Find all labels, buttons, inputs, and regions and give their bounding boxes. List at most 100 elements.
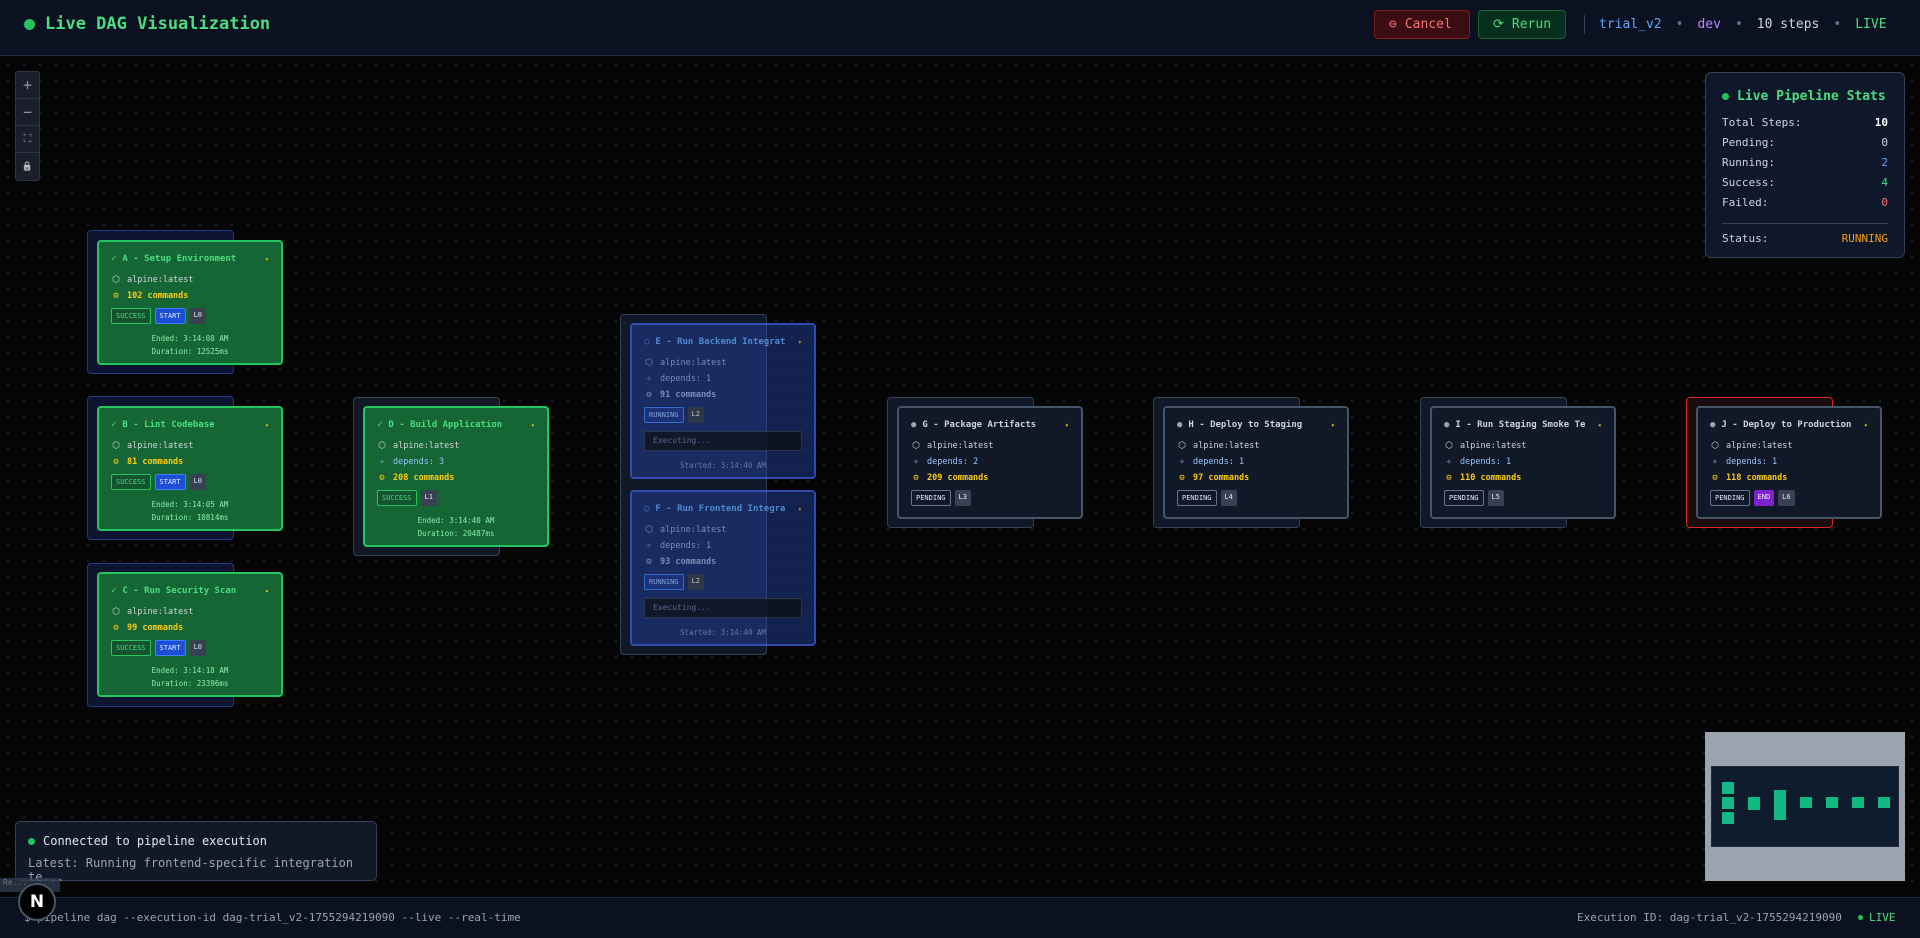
dependency-icon: ✧ xyxy=(646,374,652,384)
node-commands: 99 commands xyxy=(127,623,184,633)
node-image: alpine:latest xyxy=(660,358,727,368)
live-indicator-dot xyxy=(1722,93,1729,100)
zoom-in-button[interactable]: + xyxy=(16,72,39,99)
stat-value: 0 xyxy=(1881,196,1888,209)
environment-name: dev xyxy=(1697,17,1721,32)
node-image: alpine:latest xyxy=(127,275,194,285)
nextjs-logo-button[interactable]: N xyxy=(18,883,56,921)
status-badge: PENDING xyxy=(1177,490,1217,506)
node-depends: depends: 1 xyxy=(660,374,712,384)
node-image: alpine:latest xyxy=(127,441,194,451)
node-image: alpine:latest xyxy=(927,441,994,451)
node-title: H - Deploy to Staging xyxy=(1188,420,1303,430)
gear-icon: ⚙ xyxy=(913,473,919,483)
start-badge: START xyxy=(154,474,186,490)
node-depends: depends: 1 xyxy=(660,541,712,551)
status-badge: PENDING xyxy=(1444,490,1484,506)
node-commands: 97 commands xyxy=(1193,473,1250,483)
steps-count: 10 steps xyxy=(1756,17,1820,32)
cancel-icon: ⊖ xyxy=(1389,17,1397,32)
dag-node-f[interactable]: ◌ F - Run Frontend Integra ✦ ⬡ alpine:lates… xyxy=(630,490,816,646)
node-depends: depends: 1 xyxy=(1726,457,1778,467)
minimap-node xyxy=(1878,797,1890,808)
node-commands: 102 commands xyxy=(127,291,189,301)
meta-separator: • xyxy=(1675,17,1684,32)
cancel-button[interactable]: ⊖ Cancel xyxy=(1374,10,1470,39)
connected-dot xyxy=(28,837,35,845)
stat-value: 0 xyxy=(1881,136,1888,149)
refresh-icon: ⟳ xyxy=(1493,17,1504,32)
node-commands: 93 commands xyxy=(660,557,717,567)
node-title: I - Run Staging Smoke Te xyxy=(1455,420,1586,430)
gear-icon: ⚙ xyxy=(1712,473,1718,483)
lock-button[interactable]: 🔒 xyxy=(16,153,39,180)
cancel-label: Cancel xyxy=(1404,17,1452,32)
dag-node-e[interactable]: ◌ E - Run Backend Integrat ✦ ⬡ alpine:lates… xyxy=(630,323,816,479)
dag-node-d[interactable]: ✓ D - Build Application ✦ ⬡ alpine:latest ✧… xyxy=(363,406,549,547)
dependency-icon: ✧ xyxy=(1712,457,1718,467)
node-duration: Duration: 12525ms xyxy=(151,347,229,356)
live-indicator-dot xyxy=(24,18,35,30)
bolt-icon: ✦ xyxy=(797,338,802,346)
dag-node-g[interactable]: ● G - Package Artifacts ✦ ⬡ alpine:latest ✧… xyxy=(897,406,1083,519)
node-commands: 118 commands xyxy=(1726,473,1788,483)
zoom-out-button[interactable]: − xyxy=(16,99,39,126)
dag-node-i[interactable]: ● I - Run Staging Smoke Te ✦ ⬡ alpine:lates… xyxy=(1430,406,1616,519)
plus-icon: + xyxy=(22,76,33,94)
latest-log: Latest: Running frontend-specific integr… xyxy=(28,856,354,884)
fit-view-button[interactable]: ⛶ xyxy=(16,126,39,153)
executing-box: Executing... xyxy=(644,431,802,451)
node-ended: Ended: 3:14:05 AM xyxy=(151,500,229,509)
stat-label: Success: xyxy=(1722,176,1775,189)
bolt-icon: ✦ xyxy=(797,505,802,513)
start-badge: START xyxy=(154,308,186,324)
status-badge: SUCCESS xyxy=(377,490,417,506)
level-badge: L5 xyxy=(1487,490,1504,506)
dag-node-b[interactable]: ✓ B - Lint Codebase ✦ ⬡ alpine:latest ⚙ 81 c… xyxy=(97,406,283,531)
page-title: Live DAG Visualization xyxy=(45,14,271,34)
gear-icon: ⚙ xyxy=(379,473,385,483)
check-icon: ✓ xyxy=(111,586,117,596)
execution-id: Execution ID: dag-trial_v2-1755294219090 xyxy=(1577,911,1842,924)
status-badge: PENDING xyxy=(911,490,951,506)
node-title: E - Run Backend Integrat xyxy=(655,337,786,347)
level-badge: L4 xyxy=(1220,490,1237,506)
dag-node-j[interactable]: ● J - Deploy to Production ✦ ⬡ alpine:lates… xyxy=(1696,406,1882,519)
node-depends: depends: 3 xyxy=(393,457,445,467)
node-title: D - Build Application xyxy=(388,420,503,430)
minimap-node xyxy=(1722,782,1734,794)
bolt-icon: ✦ xyxy=(1330,421,1335,429)
node-depends: depends: 1 xyxy=(1460,457,1512,467)
node-started: Started: 3:14:40 AM xyxy=(680,461,766,470)
node-image: alpine:latest xyxy=(1193,441,1260,451)
node-ended: Ended: 3:14:18 AM xyxy=(151,666,229,675)
stat-label: Total Steps: xyxy=(1722,116,1802,129)
status-badge: SUCCESS xyxy=(111,474,151,490)
node-commands: 208 commands xyxy=(393,473,455,483)
status-badge: SUCCESS xyxy=(111,308,151,324)
pending-circle-icon: ● xyxy=(1444,420,1450,430)
status-badge: PENDING xyxy=(1710,490,1750,506)
stat-label: Failed: xyxy=(1722,196,1769,209)
top-bar: Live DAG Visualization ⊖ Cancel ⟳ Rerun … xyxy=(0,0,1920,56)
bolt-icon: ✦ xyxy=(1863,421,1868,429)
stat-running: Running: 2 xyxy=(1722,156,1888,176)
status-bar: $ pipeline dag --execution-id dag-trial_… xyxy=(0,897,1920,938)
node-ended: Ended: 3:14:40 AM xyxy=(417,516,495,525)
meta-separator: • xyxy=(1833,17,1842,32)
dag-node-c[interactable]: ✓ C - Run Security Scan ✦ ⬡ alpine:latest ⚙… xyxy=(97,572,283,697)
level-badge: L0 xyxy=(189,308,207,324)
stat-status: Status: RUNNING xyxy=(1722,232,1888,252)
node-ended: Ended: 3:14:08 AM xyxy=(151,334,229,343)
dag-node-h[interactable]: ● H - Deploy to Staging ✦ ⬡ alpine:latest ✧… xyxy=(1163,406,1349,519)
level-badge: L0 xyxy=(189,640,207,656)
bolt-icon: ✦ xyxy=(1597,421,1602,429)
dag-node-a[interactable]: ✓ A - Setup Environment ✦ ⬡ alpine:latest ⚙… xyxy=(97,240,283,365)
status-badge: RUNNING xyxy=(644,574,684,590)
node-duration: Duration: 23396ms xyxy=(151,679,229,688)
minimap[interactable] xyxy=(1705,732,1905,881)
rerun-button[interactable]: ⟳ Rerun xyxy=(1478,10,1566,39)
fit-view-icon: ⛶ xyxy=(23,132,32,145)
node-depends: depends: 1 xyxy=(1193,457,1245,467)
node-image: alpine:latest xyxy=(127,607,194,617)
